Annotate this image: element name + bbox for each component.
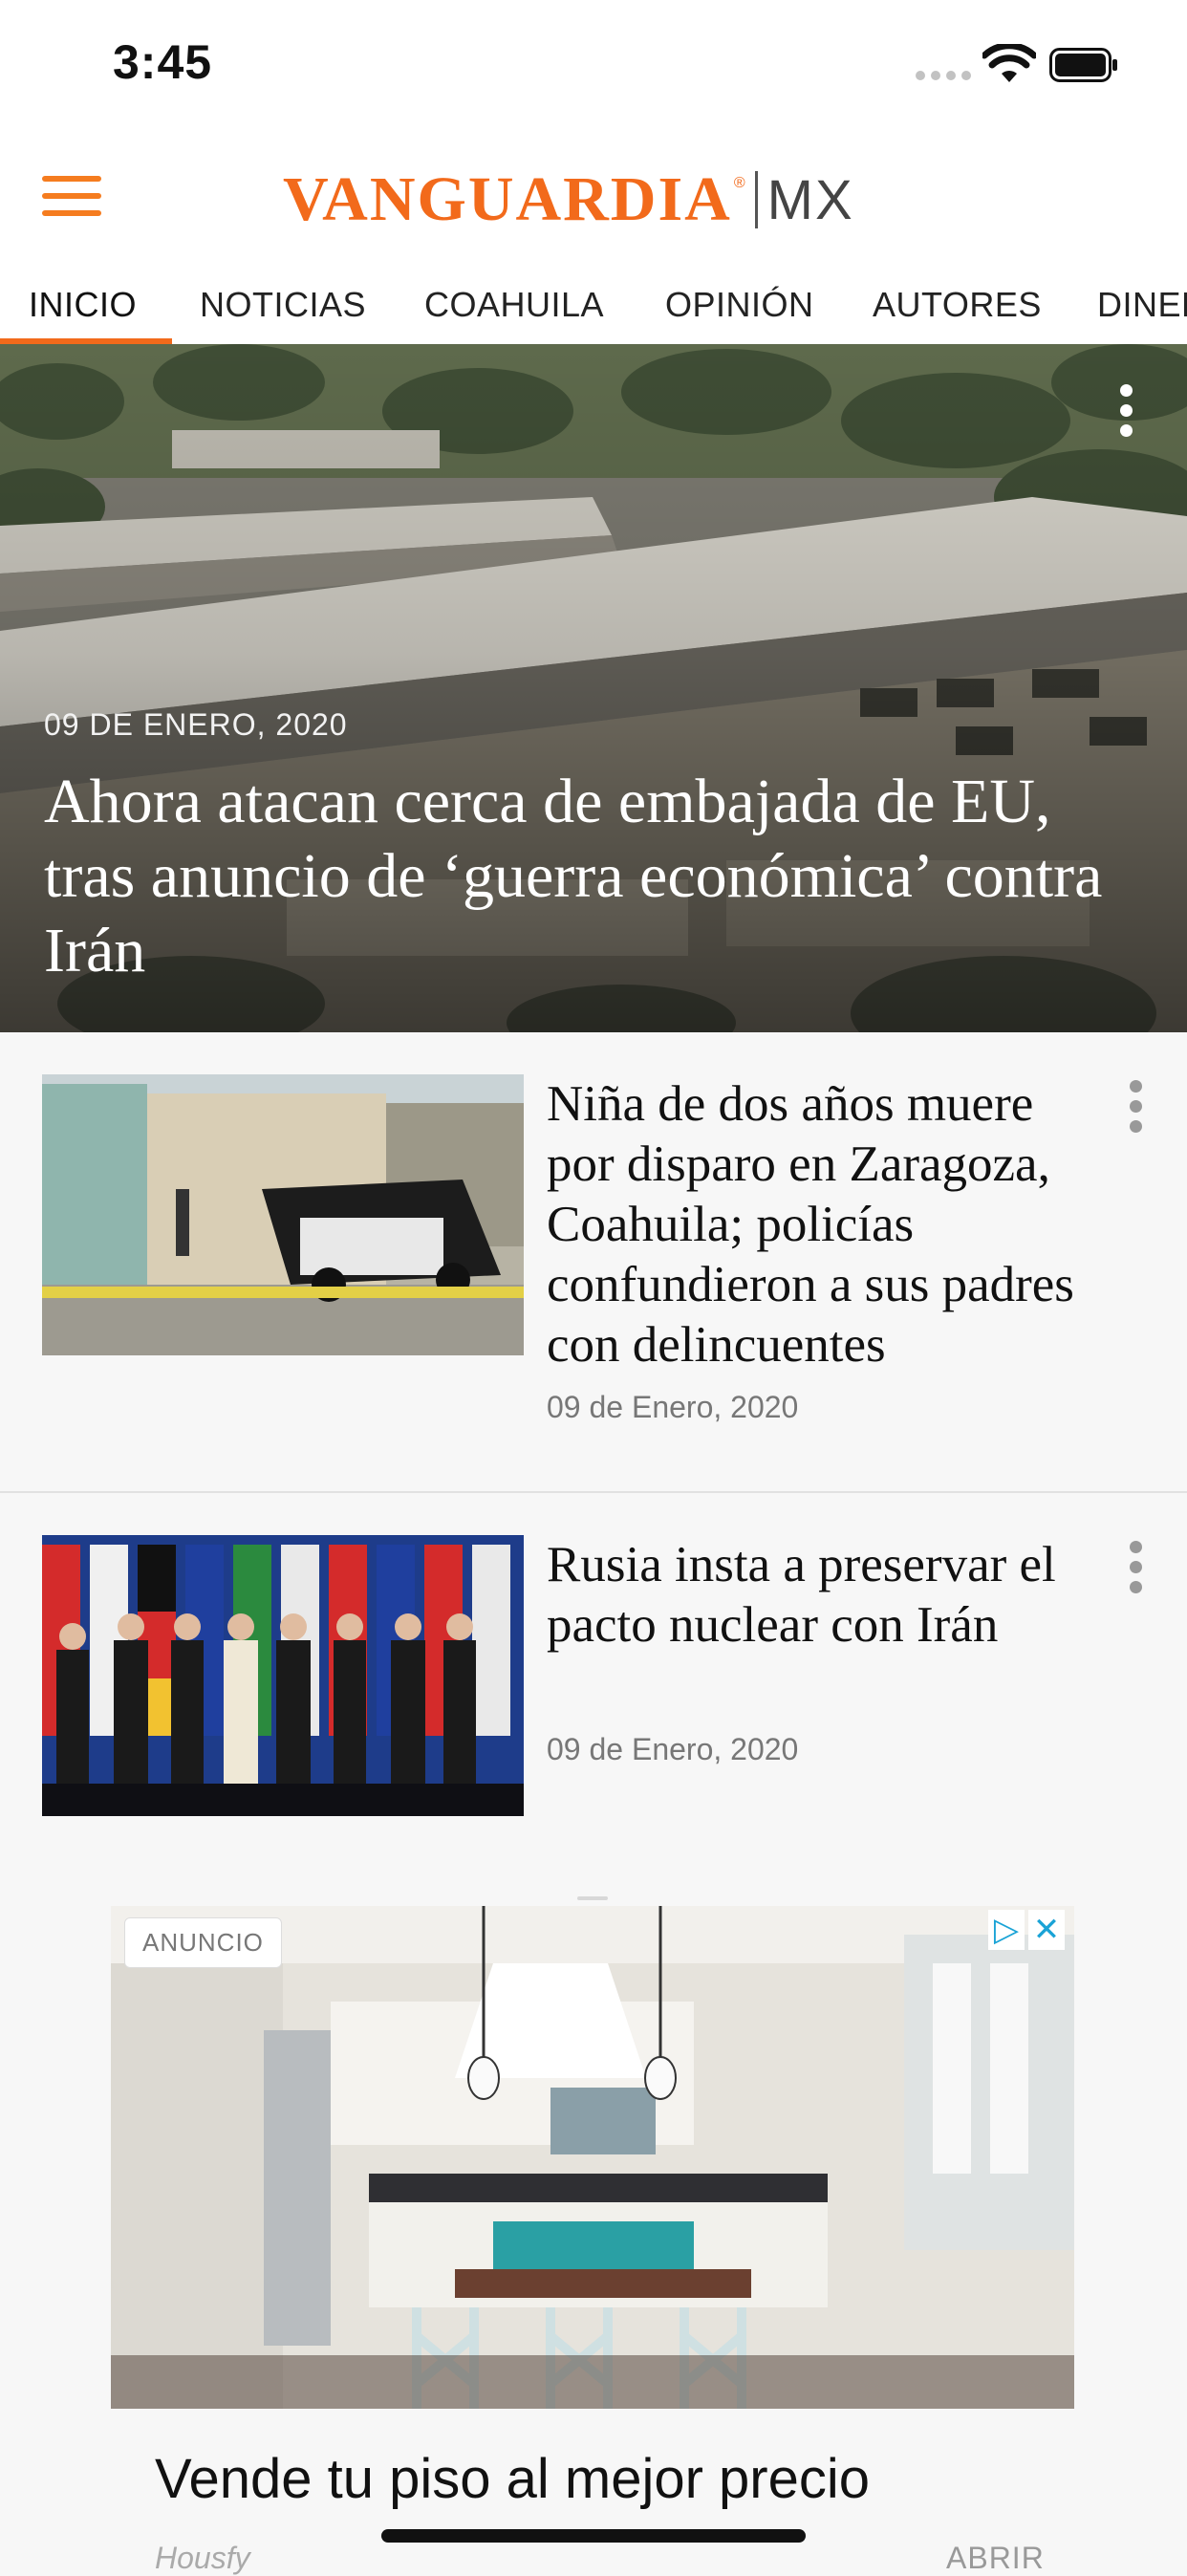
logo-wordmark: VANGUARDIA <box>283 164 732 234</box>
battery-icon <box>1049 48 1117 82</box>
article-date: 09 de Enero, 2020 <box>547 1390 799 1424</box>
more-vertical-icon[interactable] <box>1126 1080 1145 1137</box>
article-row[interactable]: Niña de dos años muere por disparo en Za… <box>0 1032 1187 1493</box>
article-title[interactable]: Rusia insta a preservar el pacto nuclear… <box>547 1535 1091 1656</box>
ad-image[interactable] <box>111 1906 1074 2409</box>
sponsored-ad: ANUNCIO ▷ ✕ Vende tu piso al mejor preci… <box>0 1860 1187 2575</box>
ad-open-button[interactable]: ABRIR <box>946 2541 1045 2576</box>
cellular-signal-icon <box>916 69 971 82</box>
logo-divider <box>754 171 758 228</box>
article-title[interactable]: Niña de dos años muere por disparo en Za… <box>547 1074 1091 1375</box>
article-thumbnail <box>42 1074 524 1355</box>
ad-headline[interactable]: Vende tu piso al mejor precio <box>155 2447 870 2511</box>
hero-more-icon[interactable] <box>1116 384 1135 442</box>
home-indicator[interactable] <box>381 2529 806 2543</box>
tab-inicio[interactable]: INICIO <box>29 285 137 325</box>
more-vertical-icon[interactable] <box>1126 1541 1145 1598</box>
tab-autores[interactable]: AUTORES <box>873 285 1042 325</box>
ad-drag-handle <box>577 1896 608 1900</box>
status-bar: 3:45 <box>0 0 1187 128</box>
ad-label: ANUNCIO <box>124 1917 282 1968</box>
section-tabs: INICIO NOTICIAS COAHUILA OPINIÓN AUTORES… <box>0 271 1187 346</box>
tab-opinion[interactable]: OPINIÓN <box>665 285 814 325</box>
registered-mark: ® <box>733 175 745 191</box>
close-icon[interactable]: ✕ <box>1028 1910 1065 1950</box>
adchoices-icon[interactable]: ▷ <box>988 1910 1025 1950</box>
wifi-icon <box>982 44 1036 82</box>
adchoices-controls: ▷ ✕ <box>988 1910 1065 1950</box>
tab-noticias[interactable]: NOTICIAS <box>200 285 366 325</box>
logo-suffix: MX <box>766 168 854 231</box>
hero-title[interactable]: Ahora atacan cerca de embajada de EU, tr… <box>44 765 1153 988</box>
hero-date: 09 DE ENERO, 2020 <box>44 707 348 742</box>
hero-article[interactable]: 09 DE ENERO, 2020 Ahora atacan cerca de … <box>0 344 1187 1032</box>
article-thumbnail <box>42 1535 524 1816</box>
ad-advertiser: Housfy <box>155 2541 250 2575</box>
tab-dinero[interactable]: DINERO <box>1097 285 1187 325</box>
menu-icon[interactable] <box>42 176 101 220</box>
article-date: 09 de Enero, 2020 <box>547 1732 799 1766</box>
app-header: VANGUARDIA ® MX <box>0 128 1187 271</box>
status-time: 3:45 <box>113 35 213 89</box>
vanguardia-logo[interactable]: VANGUARDIA ® MX <box>283 164 854 234</box>
article-row[interactable]: Rusia insta a preservar el pacto nuclear… <box>0 1493 1187 1862</box>
tab-coahuila[interactable]: COAHUILA <box>424 285 604 325</box>
